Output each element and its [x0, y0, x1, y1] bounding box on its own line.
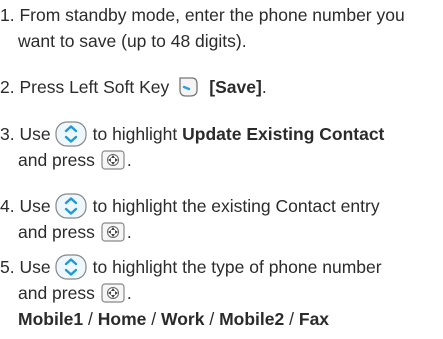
step-text-mid: to highlight — [92, 124, 178, 144]
option-separator: / — [289, 309, 294, 329]
option-separator: / — [88, 309, 93, 329]
phone-type-options: Mobile1 / Home / Work / Mobile2 / Fax — [0, 306, 443, 332]
step-text: Use — [19, 257, 51, 277]
step-text: From standby mode, enter the phone numbe… — [19, 5, 405, 25]
ok-key-icon — [101, 150, 125, 170]
ok-key-icon — [101, 283, 125, 303]
option-fax: Fax — [298, 309, 330, 329]
step-1: 1. From standby mode, enter the phone nu… — [0, 2, 443, 54]
step-text-mid: to highlight the type of phone number — [92, 257, 382, 277]
step-text: Press Left Soft Key — [19, 77, 170, 97]
step-text: Use — [19, 196, 51, 216]
step-punct: . — [126, 283, 132, 303]
ok-key-icon — [101, 222, 125, 242]
instruction-document: 1. From standby mode, enter the phone nu… — [0, 0, 443, 339]
step-text-mid: to highlight the existing Contact entry — [92, 196, 380, 216]
navigation-key-icon — [55, 254, 87, 280]
option-mobile1: Mobile1 — [18, 309, 84, 329]
step-4: 4. Use to highlight the existing Contact… — [0, 193, 443, 245]
option-home: Home — [97, 309, 147, 329]
step-number: 5. — [0, 257, 15, 277]
step-3: 3. Use to highlight Update Existing Cont… — [0, 121, 443, 173]
step-number: 2. — [0, 77, 15, 97]
navigation-key-icon — [55, 121, 87, 147]
step-2: 2. Press Left Soft Key [Save]. — [0, 74, 443, 100]
step-text-continued: and press — [18, 150, 95, 170]
softkey-label: [Save] — [209, 77, 262, 97]
step-text-continued: and press — [18, 222, 95, 242]
navigation-key-icon — [55, 193, 87, 219]
step-punct: . — [261, 77, 267, 97]
step-number: 4. — [0, 196, 15, 216]
step-number: 1. — [0, 5, 15, 25]
option-separator: / — [209, 309, 215, 329]
step-text-continued: and press — [18, 283, 95, 303]
left-soft-key-icon — [177, 76, 199, 98]
step-5: 5. Use to highlight the type of phone nu… — [0, 254, 443, 332]
step-text-continued: want to save (up to 48 digits). — [18, 31, 247, 51]
option-work: Work — [161, 309, 205, 329]
menu-option-label: Update Existing Contact — [182, 124, 385, 144]
option-separator: / — [151, 309, 157, 329]
step-number: 3. — [0, 124, 15, 144]
step-punct: . — [126, 150, 132, 170]
option-mobile2: Mobile2 — [219, 309, 285, 329]
step-text: Use — [19, 124, 51, 144]
step-punct: . — [126, 222, 132, 242]
